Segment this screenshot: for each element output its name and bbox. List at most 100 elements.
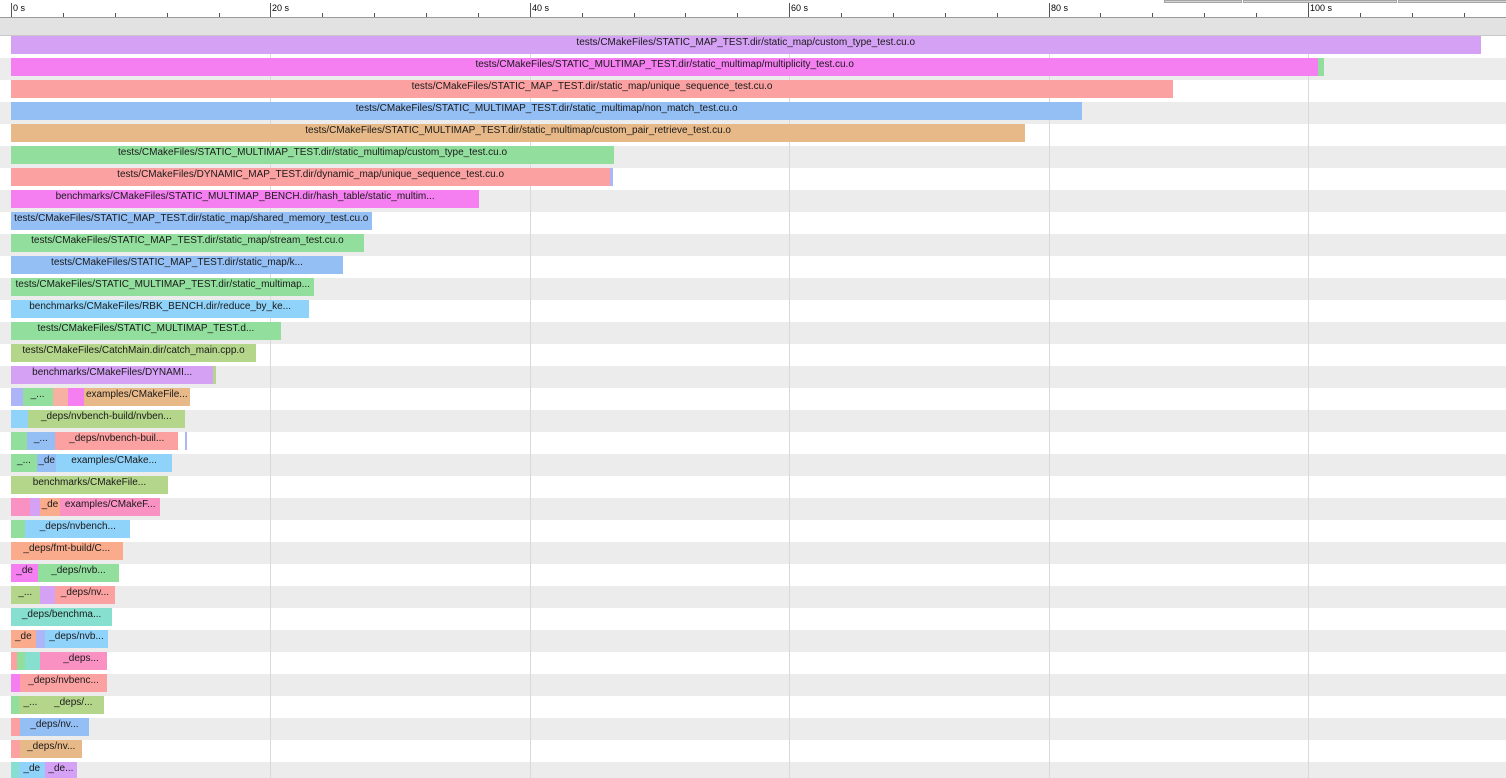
task-bar[interactable]: tests/CMakeFiles/CatchMain.dir/catch_mai… xyxy=(11,344,257,362)
timeline-lane xyxy=(0,366,1506,388)
timeline-lane xyxy=(0,608,1506,630)
task-bar[interactable]: _... xyxy=(18,696,43,714)
timeline-header-band xyxy=(0,18,1506,36)
task-bar[interactable] xyxy=(184,432,188,450)
task-bar[interactable] xyxy=(39,586,56,604)
ruler-tick-label: 100 s xyxy=(1310,3,1333,13)
task-bar[interactable] xyxy=(68,388,84,406)
task-bar[interactable] xyxy=(17,652,26,670)
task-bar[interactable] xyxy=(11,498,31,516)
timeline-lane xyxy=(0,652,1506,674)
task-bar[interactable] xyxy=(11,718,21,736)
task-bar[interactable]: tests/CMakeFiles/STATIC_MAP_TEST.dir/sta… xyxy=(11,80,1174,98)
task-bar[interactable]: _deps/nv... xyxy=(20,718,89,736)
timeline-lane xyxy=(0,476,1506,498)
task-bar[interactable] xyxy=(52,388,69,406)
ruler-minor-tick xyxy=(1152,13,1153,17)
task-bar[interactable]: _deps/nv... xyxy=(55,586,115,604)
ruler-minor-tick xyxy=(1360,13,1361,17)
ruler-tick-label: 80 s xyxy=(1051,3,1069,13)
task-bar[interactable]: examples/CMakeF... xyxy=(60,498,161,516)
task-bar[interactable]: benchmarks/CMakeFiles/STATIC_MULTIMAP_BE… xyxy=(11,190,480,208)
task-bar[interactable] xyxy=(11,410,28,428)
task-bar[interactable] xyxy=(610,168,613,186)
task-bar[interactable]: _deps/nvb... xyxy=(38,564,119,582)
task-bar[interactable]: benchmarks/CMakeFiles/RBK_BENCH.dir/redu… xyxy=(11,300,310,318)
task-bar[interactable] xyxy=(213,366,216,384)
task-bar[interactable]: _... xyxy=(11,454,37,472)
task-bar[interactable] xyxy=(11,520,26,538)
timeline-lane xyxy=(0,432,1506,454)
task-bar[interactable]: tests/CMakeFiles/STATIC_MULTIMAP_TEST.di… xyxy=(11,278,315,296)
timeline-lane xyxy=(0,542,1506,564)
task-bar[interactable] xyxy=(25,652,40,670)
task-bar[interactable]: tests/CMakeFiles/STATIC_MULTIMAP_TEST.di… xyxy=(11,146,615,164)
task-bar[interactable]: tests/CMakeFiles/STATIC_MAP_TEST.dir/sta… xyxy=(11,212,372,230)
task-bar[interactable]: tests/CMakeFiles/STATIC_MAP_TEST.dir/sta… xyxy=(11,234,364,252)
timeline-lane xyxy=(0,630,1506,652)
timeline-lane xyxy=(0,388,1506,410)
ruler-minor-tick xyxy=(945,13,946,17)
task-bar[interactable]: examples/CMakeFile... xyxy=(83,388,190,406)
task-bar[interactable] xyxy=(39,652,56,670)
task-bar[interactable] xyxy=(11,674,21,692)
ruler-minor-tick xyxy=(634,13,635,17)
task-bar[interactable]: _de xyxy=(11,564,39,582)
ruler-minor-tick xyxy=(582,13,583,17)
timeline-chart[interactable]: tests/CMakeFiles/STATIC_MAP_TEST.dir/sta… xyxy=(0,36,1506,778)
task-bar[interactable]: _de xyxy=(36,454,57,472)
ruler-major-tick xyxy=(530,3,531,17)
ruler-scroll-thumb[interactable] xyxy=(1398,0,1506,3)
ruler-tick-label: 40 s xyxy=(532,3,550,13)
task-bar[interactable]: _... xyxy=(11,586,40,604)
timeline-lane xyxy=(0,410,1506,432)
timeline-lane xyxy=(0,586,1506,608)
task-bar[interactable] xyxy=(11,432,27,450)
ruler-tick-label: 60 s xyxy=(791,3,809,13)
task-bar[interactable] xyxy=(1318,58,1324,76)
task-bar[interactable]: tests/CMakeFiles/STATIC_MAP_TEST.dir/sta… xyxy=(11,36,1481,54)
ruler-minor-tick xyxy=(219,13,220,17)
task-bar[interactable]: _deps/... xyxy=(42,696,105,714)
task-bar[interactable]: _deps/fmt-build/C... xyxy=(11,542,123,560)
task-bar[interactable] xyxy=(35,630,45,648)
task-bar[interactable]: tests/CMakeFiles/STATIC_MULTIMAP_TEST.di… xyxy=(11,102,1083,120)
task-bar[interactable]: tests/CMakeFiles/DYNAMIC_MAP_TEST.dir/dy… xyxy=(11,168,611,186)
task-bar[interactable]: examples/CMake... xyxy=(56,454,172,472)
task-bar[interactable] xyxy=(11,740,21,758)
ruler-minor-tick xyxy=(426,13,427,17)
task-bar[interactable]: _deps/nvb... xyxy=(44,630,109,648)
task-bar[interactable]: tests/CMakeFiles/STATIC_MAP_TEST.dir/sta… xyxy=(11,256,344,274)
task-bar[interactable]: _deps/benchma... xyxy=(11,608,113,626)
timeline-lane xyxy=(0,564,1506,586)
task-bar[interactable]: _deps... xyxy=(55,652,107,670)
task-bar[interactable]: _de xyxy=(39,498,61,516)
task-bar[interactable]: _de... xyxy=(44,762,78,778)
task-bar[interactable]: _deps/nvbench... xyxy=(25,520,131,538)
task-bar[interactable] xyxy=(30,498,40,516)
task-bar[interactable]: _... xyxy=(22,388,53,406)
ruler-minor-tick xyxy=(841,13,842,17)
ruler-minor-tick xyxy=(737,13,738,17)
task-bar[interactable]: tests/CMakeFiles/STATIC_MULTIMAP_TEST.di… xyxy=(11,58,1319,76)
task-bar[interactable]: _de xyxy=(18,762,45,778)
ruler-minor-tick xyxy=(1256,13,1257,17)
task-bar[interactable]: _... xyxy=(26,432,56,450)
ruler-major-tick xyxy=(270,3,271,17)
ruler-major-tick xyxy=(1308,3,1309,17)
ruler-minor-tick xyxy=(478,13,479,17)
task-bar[interactable]: _de xyxy=(11,630,36,648)
task-bar[interactable]: _deps/nvbenc... xyxy=(20,674,107,692)
task-bar[interactable]: _deps/nvbench-build/nvben... xyxy=(27,410,185,428)
task-bar[interactable]: benchmarks/CMakeFiles/DYNAMI... xyxy=(11,366,214,384)
task-bar[interactable]: tests/CMakeFiles/STATIC_MULTIMAP_TEST.d.… xyxy=(11,322,281,340)
ruler-minor-tick xyxy=(1412,13,1413,17)
task-bar[interactable] xyxy=(11,762,19,778)
task-bar[interactable]: tests/CMakeFiles/STATIC_MULTIMAP_TEST.di… xyxy=(11,124,1026,142)
task-bar[interactable]: _deps/nvbench-buil... xyxy=(55,432,179,450)
timeline-lane xyxy=(0,740,1506,762)
ruler-scroll-thumb[interactable] xyxy=(1164,0,1242,3)
task-bar[interactable] xyxy=(11,388,23,406)
task-bar[interactable]: _deps/nv... xyxy=(20,740,83,758)
task-bar[interactable]: benchmarks/CMakeFile... xyxy=(11,476,168,494)
